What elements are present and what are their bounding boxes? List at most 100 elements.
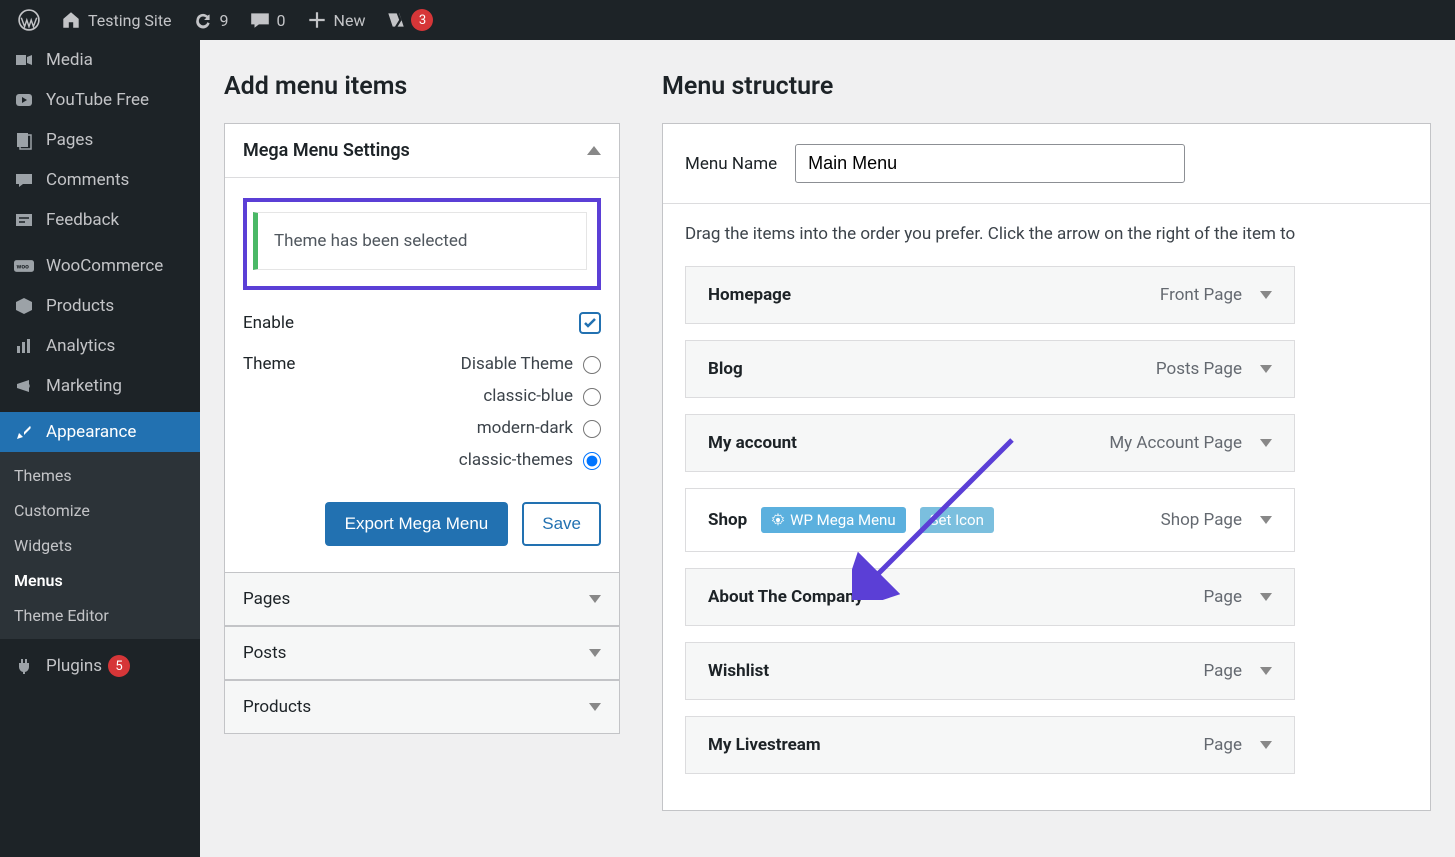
export-button[interactable]: Export Mega Menu <box>325 502 509 546</box>
sidebar-item-youtube[interactable]: YouTube Free <box>0 80 200 120</box>
posts-panel-label: Posts <box>243 643 286 663</box>
set-icon-button[interactable]: Set Icon <box>920 507 994 533</box>
enable-checkbox[interactable] <box>579 312 601 334</box>
chevron-down-icon <box>589 703 601 711</box>
menu-name-input[interactable] <box>795 144 1185 183</box>
pages-icon <box>12 130 36 150</box>
chevron-down-icon <box>1260 439 1272 447</box>
sidebar-item-products[interactable]: Products <box>0 286 200 326</box>
gear-icon <box>771 513 785 527</box>
admin-sidebar: Media YouTube Free Pages Comments Feedba… <box>0 40 200 857</box>
menu-item-title: My Livestream <box>708 735 821 755</box>
menu-item-type: Shop Page <box>1161 510 1242 530</box>
chevron-up-icon <box>587 146 601 155</box>
plugins-badge: 5 <box>108 655 130 677</box>
posts-panel[interactable]: Posts <box>224 626 620 680</box>
comments-icon <box>12 170 36 190</box>
admin-bar: Testing Site 9 0 New 3 <box>0 0 1455 40</box>
updates-link[interactable]: 9 <box>182 0 239 40</box>
home-icon <box>60 9 82 31</box>
menu-item-type: Page <box>1204 661 1242 681</box>
sidebar-label: Appearance <box>46 422 136 442</box>
theme-options: Disable Theme classic-blue modern-dark c… <box>459 354 601 482</box>
sidebar-item-media[interactable]: Media <box>0 40 200 80</box>
theme-option-classic-blue[interactable]: classic-blue <box>459 386 601 406</box>
sidebar-item-comments[interactable]: Comments <box>0 160 200 200</box>
submenu-theme-editor[interactable]: Theme Editor <box>0 598 200 633</box>
mega-menu-header[interactable]: Mega Menu Settings <box>225 124 619 178</box>
menu-structure-panel: Menu Name Drag the items into the order … <box>662 123 1431 811</box>
menu-item-title: Homepage <box>708 285 791 305</box>
check-icon <box>582 315 598 331</box>
chevron-down-icon <box>1260 516 1272 524</box>
sidebar-item-feedback[interactable]: Feedback <box>0 200 200 240</box>
sidebar-label: Pages <box>46 130 93 150</box>
plus-icon <box>306 9 328 31</box>
chevron-down-icon <box>1260 291 1272 299</box>
sidebar-item-appearance[interactable]: Appearance <box>0 412 200 452</box>
media-icon <box>12 50 36 70</box>
wp-mega-menu-button[interactable]: WP Mega Menu <box>761 507 905 533</box>
menu-structure-heading: Menu structure <box>662 72 1431 101</box>
notice-message: Theme has been selected <box>253 212 587 270</box>
sidebar-label: Products <box>46 296 114 316</box>
enable-label: Enable <box>243 313 294 333</box>
submenu-themes[interactable]: Themes <box>0 458 200 493</box>
new-label: New <box>334 11 366 30</box>
chevron-down-icon <box>589 595 601 603</box>
sidebar-item-analytics[interactable]: Analytics <box>0 326 200 366</box>
menu-item-shop[interactable]: Shop WP Mega Menu Set Icon Shop Page <box>685 488 1295 552</box>
products-panel-label: Products <box>243 697 311 717</box>
menu-item-blog[interactable]: Blog Posts Page <box>685 340 1295 398</box>
submenu-customize[interactable]: Customize <box>0 493 200 528</box>
updates-count: 9 <box>220 11 229 30</box>
comments-link[interactable]: 0 <box>239 0 296 40</box>
yoast-icon <box>385 9 407 31</box>
menu-item-type: Page <box>1204 587 1242 607</box>
svg-text:woo: woo <box>17 263 30 271</box>
mega-menu-panel: Mega Menu Settings Theme has been select… <box>224 123 620 573</box>
wordpress-icon <box>18 9 40 31</box>
sidebar-label: Media <box>46 50 93 70</box>
products-panel[interactable]: Products <box>224 680 620 734</box>
save-button[interactable]: Save <box>522 502 601 546</box>
mega-menu-title: Mega Menu Settings <box>243 140 410 161</box>
wp-logo[interactable] <box>8 0 50 40</box>
theme-label: Theme <box>243 354 295 374</box>
menu-item-my-account[interactable]: My account My Account Page <box>685 414 1295 472</box>
chevron-down-icon <box>1260 741 1272 749</box>
menu-item-homepage[interactable]: Homepage Front Page <box>685 266 1295 324</box>
menu-item-livestream[interactable]: My Livestream Page <box>685 716 1295 774</box>
theme-option-disable[interactable]: Disable Theme <box>459 354 601 374</box>
yoast-badge: 3 <box>411 9 433 31</box>
sidebar-item-pages[interactable]: Pages <box>0 120 200 160</box>
new-content-link[interactable]: New <box>296 0 376 40</box>
theme-option-modern-dark[interactable]: modern-dark <box>459 418 601 438</box>
chevron-down-icon <box>1260 365 1272 373</box>
analytics-icon <box>12 336 36 356</box>
theme-option-classic-themes[interactable]: classic-themes <box>459 450 601 470</box>
sidebar-label: Analytics <box>46 336 115 356</box>
pages-panel[interactable]: Pages <box>224 573 620 626</box>
feedback-icon <box>12 210 36 230</box>
marketing-icon <box>12 376 36 396</box>
sidebar-item-marketing[interactable]: Marketing <box>0 366 200 406</box>
site-name-link[interactable]: Testing Site <box>50 0 182 40</box>
menu-item-wishlist[interactable]: Wishlist Page <box>685 642 1295 700</box>
sidebar-item-woocommerce[interactable]: woo WooCommerce <box>0 246 200 286</box>
sidebar-item-plugins[interactable]: Plugins 5 <box>0 645 200 687</box>
submenu-widgets[interactable]: Widgets <box>0 528 200 563</box>
yoast-link[interactable]: 3 <box>375 0 443 40</box>
pages-panel-label: Pages <box>243 589 290 609</box>
menu-item-about[interactable]: About The Company Page <box>685 568 1295 626</box>
chevron-down-icon <box>1260 667 1272 675</box>
sidebar-label: Feedback <box>46 210 119 230</box>
submenu-menus[interactable]: Menus <box>0 563 200 598</box>
site-name: Testing Site <box>88 11 172 30</box>
menu-item-type: Posts Page <box>1156 359 1242 379</box>
comment-icon <box>249 9 271 31</box>
menu-item-type: Page <box>1204 735 1242 755</box>
main-content: Add menu items Mega Menu Settings Theme … <box>200 40 1455 857</box>
menu-item-type: My Account Page <box>1109 433 1242 453</box>
sidebar-label: YouTube Free <box>46 90 149 110</box>
